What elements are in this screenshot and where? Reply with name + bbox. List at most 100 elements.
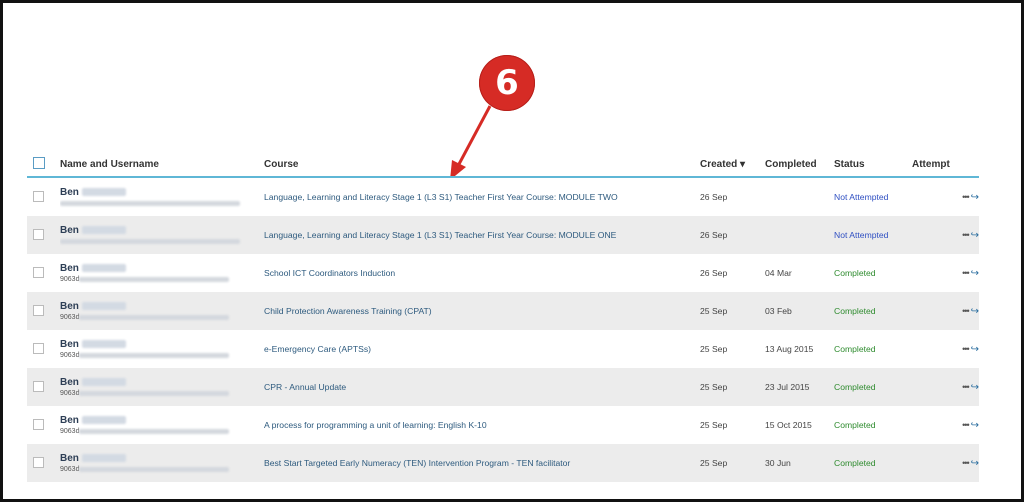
blurred-surname xyxy=(81,264,126,273)
username-prefix: 9063d xyxy=(60,466,80,473)
blurred-surname xyxy=(81,302,126,311)
course-title[interactable]: Child Protection Awareness Training (CPA… xyxy=(264,292,700,330)
learner-name: Ben xyxy=(60,187,79,198)
more-options-icon[interactable]: ••• xyxy=(962,382,970,392)
row-checkbox[interactable] xyxy=(33,228,44,240)
course-title[interactable]: e-Emergency Care (APTSs) xyxy=(264,330,700,368)
table-header-row: Name and Username Course Created ▾ Compl… xyxy=(27,152,979,178)
learner-name: Ben xyxy=(60,225,79,236)
open-external-icon[interactable]: ↪ xyxy=(971,192,979,203)
more-options-icon[interactable]: ••• xyxy=(962,306,970,316)
status-label: Completed xyxy=(834,254,912,292)
course-title[interactable]: CPR - Annual Update xyxy=(264,368,700,406)
status-label: Completed xyxy=(834,368,912,406)
blurred-username xyxy=(60,238,240,244)
completed-date: 13 Aug 2015 xyxy=(765,330,834,368)
blurred-surname xyxy=(81,188,126,197)
created-date: 25 Sep xyxy=(700,330,765,368)
table-row[interactable]: Ben 9063d A process for programming a unit… xyxy=(27,406,979,444)
learner-name: Ben xyxy=(60,301,79,312)
attempt-cell xyxy=(912,177,949,216)
table-row[interactable]: Ben 9063d School ICT Coordinators Inductio… xyxy=(27,254,979,292)
row-checkbox[interactable] xyxy=(33,342,44,354)
col-header-status[interactable]: Status xyxy=(834,152,912,178)
table-row[interactable]: Ben 9063d Best Start Targeted Early Numera… xyxy=(27,444,979,482)
completed-date: 04 Mar xyxy=(765,254,834,292)
open-external-icon[interactable]: ↪ xyxy=(971,344,979,355)
attempt-cell xyxy=(912,368,949,406)
learner-name: Ben xyxy=(60,415,79,426)
learner-name: Ben xyxy=(60,453,79,464)
attempt-cell xyxy=(912,292,949,330)
blurred-surname xyxy=(81,226,126,235)
row-checkbox[interactable] xyxy=(33,418,44,430)
blurred-username xyxy=(79,428,230,434)
course-title[interactable]: Best Start Targeted Early Numeracy (TEN)… xyxy=(264,444,700,482)
table-row[interactable]: Ben Language, Learning and Literacy Stage… xyxy=(27,177,979,216)
select-all-checkbox[interactable] xyxy=(33,156,45,169)
open-external-icon[interactable]: ↪ xyxy=(971,268,979,279)
username-prefix: 9063d xyxy=(60,314,80,321)
blurred-username xyxy=(79,276,230,282)
status-label: Not Attempted xyxy=(834,216,912,254)
open-external-icon[interactable]: ↪ xyxy=(971,382,979,393)
username-prefix: 9063d xyxy=(60,352,80,359)
table-row[interactable]: Ben Language, Learning and Literacy Stage… xyxy=(27,216,979,254)
blurred-surname xyxy=(81,416,126,425)
row-checkbox[interactable] xyxy=(33,190,44,202)
more-options-icon[interactable]: ••• xyxy=(962,420,970,430)
learner-name: Ben xyxy=(60,339,79,350)
blurred-username xyxy=(79,352,230,358)
created-date: 25 Sep xyxy=(700,292,765,330)
open-external-icon[interactable]: ↪ xyxy=(971,306,979,317)
open-external-icon[interactable]: ↪ xyxy=(971,420,979,431)
more-options-icon[interactable]: ••• xyxy=(962,230,970,240)
col-header-name[interactable]: Name and Username xyxy=(60,152,264,178)
blurred-username xyxy=(79,466,230,472)
more-options-icon[interactable]: ••• xyxy=(962,344,970,354)
more-options-icon[interactable]: ••• xyxy=(962,458,970,468)
table-row[interactable]: Ben 9063d Child Protection Awareness Train… xyxy=(27,292,979,330)
blurred-surname xyxy=(81,340,126,349)
course-title[interactable]: School ICT Coordinators Induction xyxy=(264,254,700,292)
table-row[interactable]: Ben 9063d e-Emergency Care (APTSs) 25 Sep 13… xyxy=(27,330,979,368)
col-header-course[interactable]: Course xyxy=(264,152,700,178)
blurred-username xyxy=(79,390,230,396)
open-external-icon[interactable]: ↪ xyxy=(971,230,979,241)
course-title[interactable]: A process for programming a unit of lear… xyxy=(264,406,700,444)
learner-name: Ben xyxy=(60,263,79,274)
attempt-cell xyxy=(912,330,949,368)
blurred-surname xyxy=(81,454,126,463)
enrolments-table: Name and Username Course Created ▾ Compl… xyxy=(27,152,979,482)
row-checkbox[interactable] xyxy=(33,266,44,278)
username-prefix: 9063d xyxy=(60,276,80,283)
row-checkbox[interactable] xyxy=(33,456,44,468)
row-checkbox[interactable] xyxy=(33,380,44,392)
blurred-username xyxy=(79,314,230,320)
attempt-cell xyxy=(912,406,949,444)
col-header-attempt[interactable]: Attempt xyxy=(912,152,950,178)
more-options-icon[interactable]: ••• xyxy=(962,268,970,278)
status-label: Completed xyxy=(834,292,912,330)
course-title[interactable]: Language, Learning and Literacy Stage 1 … xyxy=(264,216,700,254)
more-options-icon[interactable]: ••• xyxy=(962,192,970,202)
row-checkbox[interactable] xyxy=(33,304,44,316)
attempt-cell xyxy=(912,216,949,254)
open-external-icon[interactable]: ↪ xyxy=(971,458,979,469)
completed-date xyxy=(765,216,834,254)
status-label: Not Attempted xyxy=(834,177,912,216)
created-date: 26 Sep xyxy=(700,177,765,216)
attempt-cell xyxy=(912,444,949,482)
course-title[interactable]: Language, Learning and Literacy Stage 1 … xyxy=(264,177,700,216)
completed-date: 03 Feb xyxy=(765,292,834,330)
status-label: Completed xyxy=(834,444,912,482)
learner-name: Ben xyxy=(60,377,79,388)
completed-date: 15 Oct 2015 xyxy=(765,406,834,444)
attempt-cell xyxy=(912,254,949,292)
col-header-completed[interactable]: Completed xyxy=(765,152,834,178)
username-prefix: 9063d xyxy=(60,390,80,397)
completed-date: 23 Jul 2015 xyxy=(765,368,834,406)
col-header-created[interactable]: Created ▾ xyxy=(700,152,765,178)
created-date: 25 Sep xyxy=(700,368,765,406)
table-row[interactable]: Ben 9063d CPR - Annual Update 25 Sep 23 Jul … xyxy=(27,368,979,406)
